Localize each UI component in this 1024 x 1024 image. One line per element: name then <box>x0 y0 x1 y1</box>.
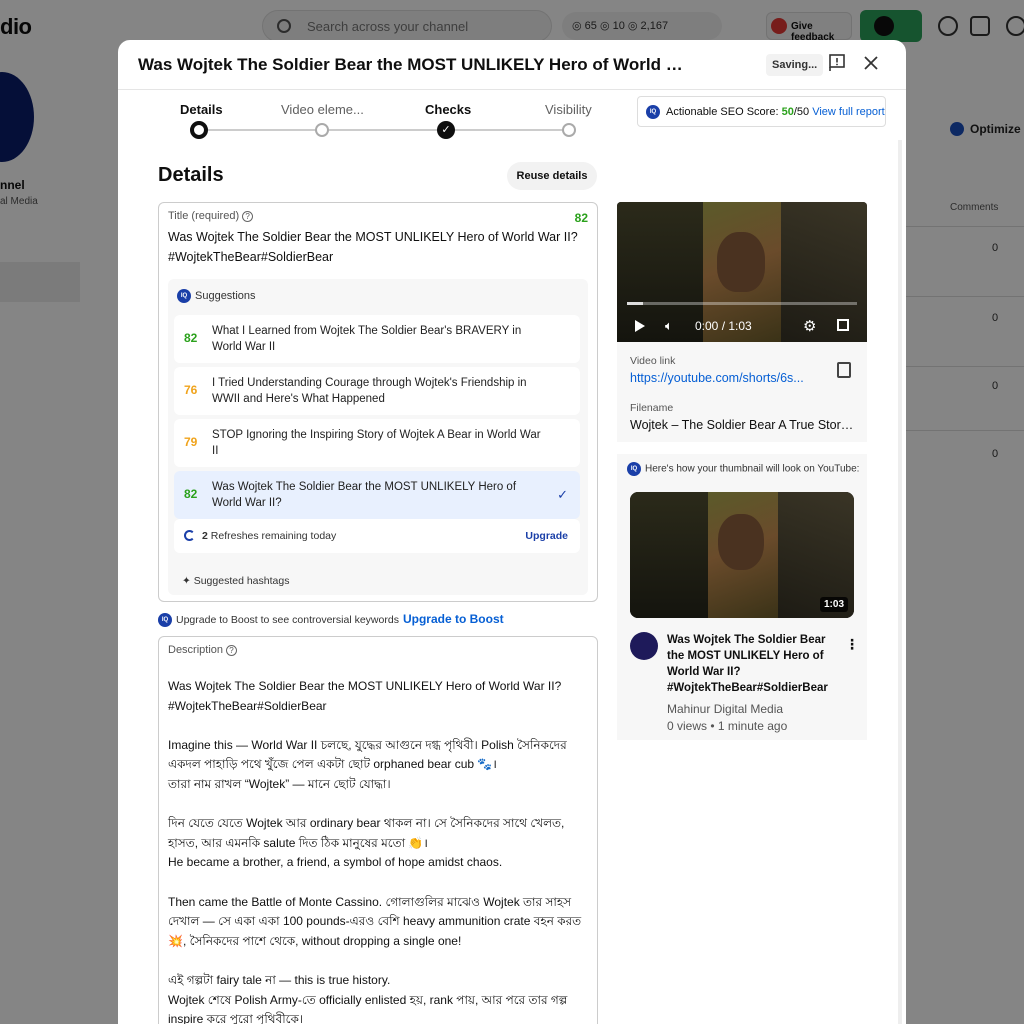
help-icon[interactable]: ? <box>226 645 238 656</box>
boost-upsell: IQ Upgrade to Boost to see controversial … <box>158 612 504 628</box>
suggestion-text: Was Wojtek The Soldier Bear the MOST UNL… <box>212 481 517 509</box>
sparkle-icon: ✦ <box>182 575 194 587</box>
filename-label: Filename <box>630 402 674 414</box>
thumbnail-video-title: Was Wojtek The Soldier Bear the MOST UNL… <box>667 634 828 694</box>
description-input[interactable]: Was Wojtek The Soldier Bear the MOST UNL… <box>168 677 588 1024</box>
upload-stepper: Details Video eleme... Checks ✓ Visibili… <box>158 98 608 148</box>
step-details-label[interactable]: Details <box>180 102 223 117</box>
gear-icon[interactable]: ⚙︎ <box>803 317 816 335</box>
loading-icon <box>184 530 195 541</box>
suggestion-score: 82 <box>184 487 198 501</box>
reuse-details-button[interactable]: Reuse details <box>507 162 597 190</box>
volume-icon[interactable]: 🔈︎ <box>665 318 673 334</box>
video-link-label: Video link <box>630 355 676 367</box>
video-link[interactable]: https://youtube.com/shorts/6s... <box>630 371 812 385</box>
suggestion-item[interactable]: 79 STOP Ignoring the Inspiring Story of … <box>174 419 580 467</box>
help-icon[interactable]: ? <box>242 211 254 222</box>
check-icon: ✓ <box>557 487 568 502</box>
step-visibility-label[interactable]: Visibility <box>545 102 592 117</box>
title-input[interactable]: Was Wojtek The Soldier Bear the MOST UNL… <box>168 227 578 267</box>
thumbnail-preview: IQ Here's how your thumbnail will look on… <box>617 454 867 740</box>
video-controls: 🔈︎ 0:00 / 1:03 ⚙︎ <box>617 314 867 338</box>
duration-badge: 1:03 <box>819 597 848 612</box>
seo-score-total: /50 <box>793 106 810 118</box>
description-label: Description? <box>168 644 238 656</box>
video-player[interactable]: 🔈︎ 0:00 / 1:03 ⚙︎ <box>617 202 867 342</box>
suggestions-heading: IQ Suggestions <box>177 289 256 303</box>
step-video-elements-dot[interactable] <box>315 123 329 137</box>
step-details-dot[interactable] <box>190 121 208 139</box>
step-visibility-dot[interactable] <box>562 123 576 137</box>
close-icon[interactable] <box>862 54 880 72</box>
suggestion-item-selected[interactable]: 82 Was Wojtek The Soldier Bear the MOST … <box>174 471 580 519</box>
stepper-track <box>199 129 567 131</box>
suggested-hashtags-toggle[interactable]: ✦ Suggested hashtags <box>182 575 289 587</box>
saving-status: Saving... <box>766 54 824 76</box>
iq-icon: IQ <box>646 105 660 119</box>
bear-figure <box>718 514 764 570</box>
upgrade-to-boost-link[interactable]: Upgrade to Boost <box>403 612 504 626</box>
step-checks-label[interactable]: Checks <box>425 102 471 117</box>
suggestion-item[interactable]: 76 I Tried Understanding Courage through… <box>174 367 580 415</box>
refresh-quota: 2 Refreshes remaining today Upgrade <box>174 519 580 553</box>
upgrade-link[interactable]: Upgrade <box>525 530 568 542</box>
video-info: Video link https://youtube.com/shorts/6s… <box>617 342 867 442</box>
dialog-header: Was Wojtek The Soldier Bear the MOST UNL… <box>118 40 906 90</box>
title-field[interactable]: Title (required)? 82 Was Wojtek The Sold… <box>158 202 598 602</box>
suggestion-text: I Tried Understanding Courage through Wo… <box>212 377 527 405</box>
thumbnail-preview-heading: IQ Here's how your thumbnail will look on… <box>627 462 859 476</box>
suggestion-item[interactable]: 82 What I Learned from Wojtek The Soldie… <box>174 315 580 363</box>
fullscreen-icon[interactable] <box>837 319 849 331</box>
seo-score: 50 <box>781 106 794 118</box>
video-progress-bar[interactable] <box>627 302 857 305</box>
refresh-text: Refreshes remaining today <box>210 530 337 542</box>
section-heading: Details <box>158 164 224 186</box>
iq-icon: IQ <box>158 613 172 628</box>
video-time: 0:00 / 1:03 <box>695 319 752 333</box>
bear-figure <box>717 232 765 292</box>
suggestion-text: STOP Ignoring the Inspiring Story of Woj… <box>212 429 541 457</box>
thumbnail-image: 1:03 <box>630 492 854 618</box>
play-icon[interactable] <box>635 320 645 332</box>
dialog-title: Was Wojtek The Soldier Bear the MOST UNL… <box>138 55 698 74</box>
suggestion-score: 79 <box>184 435 198 449</box>
thumbnail-meta: 0 views • 1 minute ago <box>667 719 788 733</box>
suggestion-score: 82 <box>184 331 198 345</box>
view-full-report-link[interactable]: View full report <box>812 106 885 118</box>
seo-score-banner: IQ Actionable SEO Score: 50/50 View full… <box>637 96 886 127</box>
video-details-dialog: Was Wojtek The Soldier Bear the MOST UNL… <box>118 40 906 1024</box>
description-field[interactable]: Description? Was Wojtek The Soldier Bear… <box>158 636 598 1024</box>
iq-icon: IQ <box>627 462 641 476</box>
iq-icon: IQ <box>177 289 191 303</box>
refresh-count: 2 <box>202 530 208 542</box>
copy-icon[interactable] <box>837 362 851 378</box>
filename-value: Wojtek – The Soldier Bear A True Story .… <box>630 418 856 432</box>
suggestions-panel: IQ Suggestions 82 What I Learned from Woj… <box>168 279 588 595</box>
title-label: Title (required)? <box>168 210 254 222</box>
step-checks-check-icon[interactable]: ✓ <box>437 121 455 139</box>
suggestion-score: 76 <box>184 383 198 397</box>
title-score: 82 <box>574 211 588 225</box>
dialog-scrollbar[interactable] <box>898 140 902 1024</box>
avatar <box>630 632 658 660</box>
suggestion-text: What I Learned from Wojtek The Soldier B… <box>212 325 522 353</box>
step-video-elements-label[interactable]: Video eleme... <box>281 102 364 117</box>
report-icon[interactable] <box>829 54 845 72</box>
more-options-icon: ⋮ <box>845 636 859 652</box>
thumbnail-channel-name: Mahinur Digital Media <box>667 702 784 716</box>
